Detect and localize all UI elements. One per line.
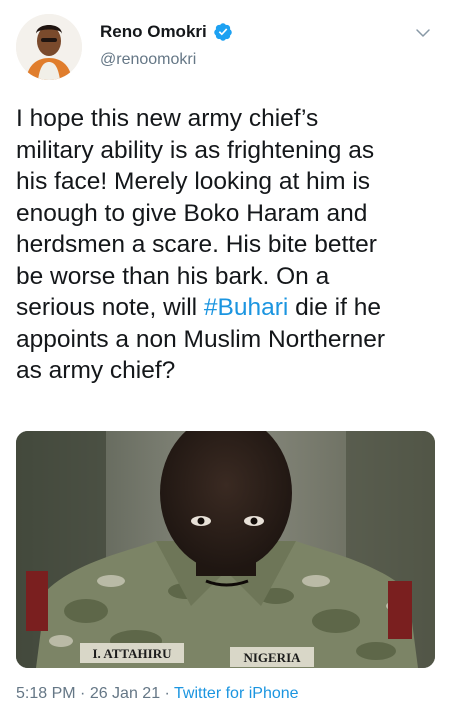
tweet-text-before: I hope this new army chief’s military ab… <box>16 105 377 321</box>
verified-badge-icon <box>214 23 232 41</box>
user-handle[interactable]: @renoomokri <box>100 51 196 69</box>
tweet-header: Reno Omokri @renoomokri <box>16 14 434 84</box>
nigeria-tag-text: NIGERIA <box>243 650 301 665</box>
army-chief-photo: I. ATTAHIRU NIGERIA <box>16 431 435 668</box>
display-name[interactable]: Reno Omokri <box>100 22 207 42</box>
hashtag-link[interactable]: #Buhari <box>204 294 288 321</box>
tweet-time[interactable]: 5:18 PM <box>16 685 76 702</box>
meta-separator: · <box>75 685 90 702</box>
name-tag-text: I. ATTAHIRU <box>93 646 173 661</box>
avatar-image <box>16 14 82 80</box>
tweet-meta: 5:18 PM · 26 Jan 21 · Twitter for iPhone <box>16 685 299 703</box>
avatar[interactable] <box>16 14 82 80</box>
tweet-photo[interactable]: I. ATTAHIRU NIGERIA <box>16 431 435 668</box>
tweet-source[interactable]: Twitter for iPhone <box>174 685 299 702</box>
tweet-date[interactable]: 26 Jan 21 <box>90 685 160 702</box>
tweet-text: I hope this new army chief’s military ab… <box>16 103 441 387</box>
chevron-down-icon[interactable] <box>414 24 432 42</box>
name-row: Reno Omokri <box>100 22 233 42</box>
meta-separator: · <box>160 685 175 702</box>
